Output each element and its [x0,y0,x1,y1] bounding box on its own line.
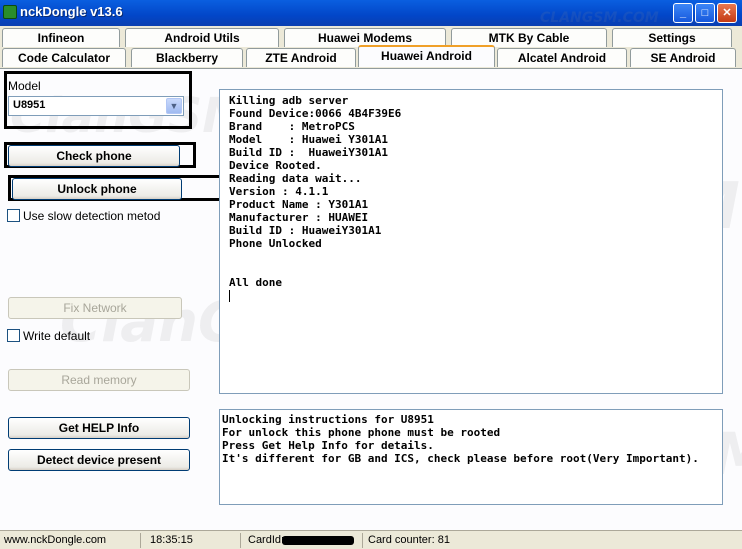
model-value: U8951 [13,99,46,111]
title-bar: nckDongle v13.6 _ □ ✕ [0,0,742,26]
close-button[interactable]: ✕ [717,3,737,23]
log-caret-line [229,289,713,302]
log-line: Product Name : Y301A1 [229,198,369,211]
status-separator [240,533,241,548]
log-line: All done [229,276,282,289]
tab-se-android[interactable]: SE Android [630,48,736,67]
write-default-label: Write default [23,329,91,343]
detect-device-button[interactable]: Detect device present [8,449,190,471]
log-line: Manufacturer : HUAWEI [229,211,369,224]
check-phone-button[interactable]: Check phone [8,145,180,167]
text-caret [229,290,230,302]
instruction-line: Unlocking instructions for U8951 [222,413,434,426]
read-memory-button[interactable]: Read memory [8,369,190,391]
status-separator [362,533,363,548]
model-label: Model [8,79,41,93]
status-site: www.nckDongle.com [4,534,107,546]
slow-detection-checkbox[interactable] [7,209,20,222]
tab-code-calculator[interactable]: Code Calculator [2,48,126,67]
log-line: Brand : MetroPCS [229,120,355,133]
fix-network-button[interactable]: Fix Network [8,297,182,319]
model-select[interactable]: U8951 ▼ [8,96,184,116]
log-line: Found Device:0066 4B4F39E6 [229,107,402,120]
instruction-line: For unlock this phone phone must be root… [222,426,501,439]
minimize-button[interactable]: _ [673,3,693,23]
status-card-counter: Card counter: 81 [368,534,450,546]
log-line: Phone Unlocked [229,237,322,250]
log-line: Build ID : HuaweiY301A1 [229,224,382,237]
log-line: Reading data wait... [229,172,362,185]
tab-blackberry[interactable]: Blackberry [131,48,243,67]
status-card-id-label: CardId: [248,534,285,546]
log-line: Killing adb server [229,94,349,107]
instruction-line: Press Get Help Info for details. [222,439,434,452]
instructions-box[interactable]: Unlocking instructions for U8951 For unl… [219,409,723,505]
instruction-line: It's different for GB and ICS, check ple… [222,452,699,465]
tab-huawei-android[interactable]: Huawei Android [358,45,495,67]
unlock-phone-button[interactable]: Unlock phone [12,178,182,200]
tab-zte-android[interactable]: ZTE Android [246,48,356,67]
log-output[interactable]: Killing adb server Found Device:0066 4B4… [219,89,723,394]
maximize-button[interactable]: □ [695,3,715,23]
get-help-info-button[interactable]: Get HELP Info [8,417,190,439]
tab-alcatel-android[interactable]: Alcatel Android [497,48,627,67]
status-time: 18:35:15 [150,534,193,546]
log-line: Model : Huawei Y301A1 [229,133,388,146]
redaction-mark [282,536,354,545]
log-line: Device Rooted. [229,159,322,172]
status-separator [140,533,141,548]
slow-detection-label: Use slow detection metod [23,209,161,223]
app-icon [3,5,17,19]
chevron-down-icon[interactable]: ▼ [166,98,182,114]
log-line: Build ID : HuaweiY301A1 [229,146,388,159]
tab-infineon[interactable]: Infineon [2,28,120,47]
window-title: nckDongle v13.6 [20,4,123,19]
tab-android-utils[interactable]: Android Utils [125,28,279,47]
write-default-checkbox[interactable] [7,329,20,342]
tab-settings[interactable]: Settings [612,28,732,47]
log-line: Version : 4.1.1 [229,185,329,198]
status-bar: www.nckDongle.com 18:35:15 CardId: Card … [0,530,742,549]
